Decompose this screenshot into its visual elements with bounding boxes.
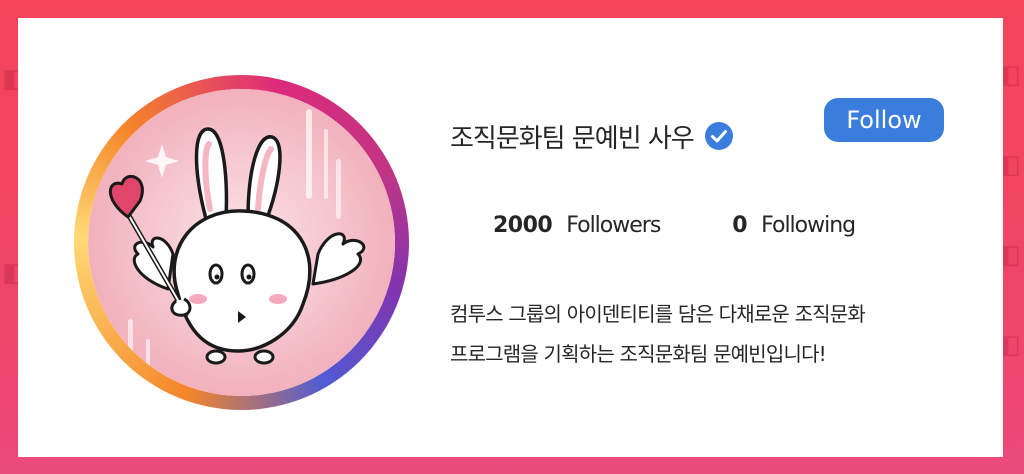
bunny-angel-illustration xyxy=(88,89,395,396)
profile-card: 조직문화팀 문예빈 사우 Follow 2000 Followers 0 Fol… xyxy=(18,18,1003,457)
verified-check-icon xyxy=(704,122,733,150)
profile-name-row: 조직문화팀 문예빈 사우 xyxy=(450,116,734,156)
following-stat[interactable]: 0 Following xyxy=(732,213,856,238)
followers-count: 2000 xyxy=(493,213,553,238)
avatar-image xyxy=(88,89,395,396)
followers-stat[interactable]: 2000 Followers xyxy=(493,213,661,238)
followers-label: Followers xyxy=(566,213,661,238)
profile-stats: 2000 Followers 0 Following xyxy=(493,213,856,238)
bio-line: 프로그램을 기획하는 조직문화팀 문예빈입니다! xyxy=(450,342,827,366)
bio-line: 컴투스 그룹의 아이덴티티를 담은 다채로운 조직문화 xyxy=(450,302,866,326)
following-label: Following xyxy=(761,213,856,238)
profile-bio: 컴투스 그룹의 아이덴티티를 담은 다채로운 조직문화 프로그램을 기획하는 조… xyxy=(450,294,970,374)
profile-name: 조직문화팀 문예빈 사우 xyxy=(450,123,695,154)
avatar[interactable] xyxy=(74,75,409,410)
follow-button[interactable]: Follow xyxy=(824,98,944,142)
following-count: 0 xyxy=(732,213,748,238)
